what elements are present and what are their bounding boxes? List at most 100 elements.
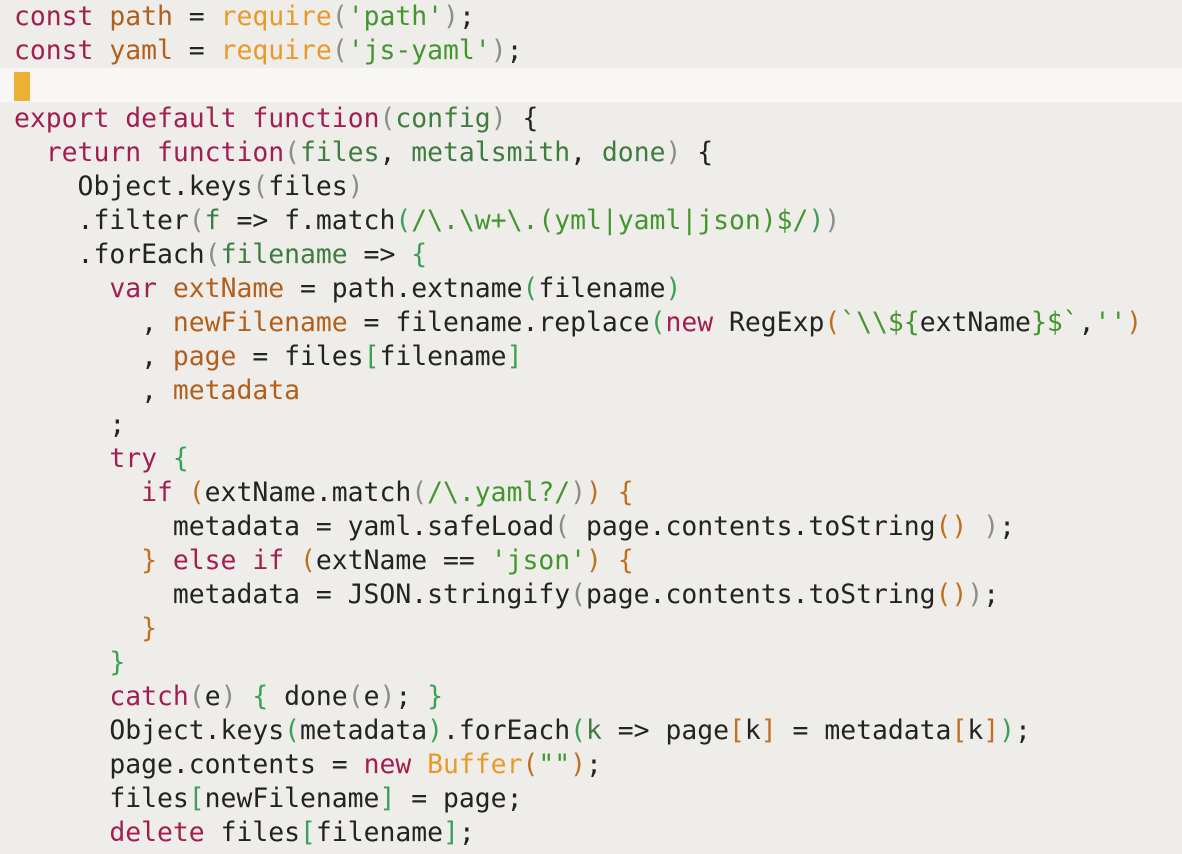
code-token: ( xyxy=(188,477,205,508)
code-token: k xyxy=(967,715,984,746)
code-token: = path.extname xyxy=(284,273,523,304)
code-token: ; xyxy=(586,749,602,780)
code-token: ( xyxy=(824,307,841,338)
code-line[interactable]: return function(files, metalsmith, done)… xyxy=(0,136,1182,170)
code-token: ) xyxy=(967,579,984,610)
code-token: ; xyxy=(14,409,126,440)
code-token: ] xyxy=(379,783,396,814)
code-line[interactable]: Object.keys(metadata).forEach(k => page[… xyxy=(0,714,1182,748)
code-line[interactable]: const yaml = require('js-yaml'); xyxy=(0,34,1182,68)
code-line[interactable]: var extName = path.extname(filename) xyxy=(0,272,1182,306)
code-token: filename xyxy=(538,273,666,304)
code-token: function xyxy=(157,137,285,168)
code-line[interactable]: Object.keys(files) xyxy=(0,170,1182,204)
code-token: ] xyxy=(983,715,1000,746)
code-token: ( xyxy=(204,239,221,270)
code-line[interactable]: export default function(config) { xyxy=(0,102,1182,136)
code-token: path xyxy=(109,1,173,32)
code-token: } xyxy=(427,681,444,712)
code-token: Buffer xyxy=(427,749,523,780)
code-token: ) xyxy=(665,137,682,168)
code-token: filename xyxy=(220,239,348,270)
code-token: ( xyxy=(252,171,269,202)
code-token: { xyxy=(522,103,539,134)
code-token: e xyxy=(204,681,221,712)
code-editor[interactable]: const path = require('path'); const yaml … xyxy=(0,0,1182,854)
code-token: ) xyxy=(220,681,237,712)
code-token: ; xyxy=(458,1,475,32)
code-token: , xyxy=(379,137,412,168)
code-token: => page xyxy=(601,715,729,746)
code-token: delete xyxy=(109,817,205,848)
code-token: Object.keys xyxy=(14,171,253,202)
code-token: ( xyxy=(284,715,300,746)
code-line[interactable]: files[newFilename] = page; xyxy=(0,782,1182,816)
code-line[interactable]: } xyxy=(0,612,1182,646)
code-token: , xyxy=(1078,307,1095,338)
text-cursor xyxy=(14,72,30,101)
code-token: var xyxy=(109,273,158,304)
code-line[interactable]: , page = files[filename] xyxy=(0,340,1182,374)
code-token: ; xyxy=(1015,715,1031,746)
code-line[interactable]: metadata = JSON.stringify(page.contents.… xyxy=(0,578,1182,612)
code-line[interactable]: , newFilename = filename.replace(new Reg… xyxy=(0,306,1182,340)
code-token: /\.yaml?/ xyxy=(427,477,571,508)
code-token: ( xyxy=(522,749,539,780)
code-token: Object.keys xyxy=(14,715,285,746)
code-token: else xyxy=(172,545,237,576)
code-line[interactable]: ; xyxy=(0,408,1182,442)
code-token: [ xyxy=(363,341,380,372)
code-line[interactable]: catch(e) { done(e); } xyxy=(0,680,1182,714)
code-token: RegExp xyxy=(713,307,825,338)
code-token: ) xyxy=(490,35,507,66)
code-token: newFilename xyxy=(204,783,380,814)
code-line[interactable]: if (extName.match(/\.yaml?/)) { xyxy=(0,476,1182,510)
code-token: if xyxy=(252,545,285,576)
code-line[interactable]: .filter(f => f.match(/\.\w+\.(yml|yaml|j… xyxy=(0,204,1182,238)
code-token: filename xyxy=(315,817,444,848)
code-token: = metadata xyxy=(776,715,952,746)
code-token: ] xyxy=(506,341,523,372)
code-token: ; xyxy=(506,35,523,66)
code-line[interactable]: metadata = yaml.safeLoad( page.contents.… xyxy=(0,510,1182,544)
code-token: const xyxy=(14,35,94,66)
code-token: 'js-yaml' xyxy=(347,35,491,66)
code-token: 'json' xyxy=(490,545,587,576)
code-token: ) xyxy=(570,477,587,508)
code-line[interactable] xyxy=(0,68,1182,102)
code-token: ( xyxy=(570,579,586,610)
code-line[interactable]: } else if (extName == 'json') { xyxy=(0,544,1182,578)
code-line[interactable]: const path = require('path'); xyxy=(0,0,1182,34)
code-line[interactable]: try { xyxy=(0,442,1182,476)
code-token: }$` xyxy=(1030,307,1079,338)
code-line[interactable]: } xyxy=(0,646,1182,680)
code-line[interactable]: delete files[filename]; xyxy=(0,816,1182,850)
code-line[interactable]: , metadata xyxy=(0,374,1182,408)
code-token: , xyxy=(14,307,173,338)
code-token: { xyxy=(697,137,714,168)
code-token: ( xyxy=(188,205,205,236)
code-token: export xyxy=(14,103,110,134)
code-token: if xyxy=(141,477,173,508)
code-token: ( xyxy=(411,477,428,508)
code-token: new xyxy=(363,749,412,780)
code-token: ) xyxy=(586,545,602,576)
code-token: newFilename xyxy=(172,307,348,338)
code-token: page xyxy=(172,341,237,372)
code-line[interactable]: page.contents = new Buffer(""); xyxy=(0,748,1182,782)
code-line[interactable]: .forEach(filename => { xyxy=(0,238,1182,272)
code-token: ( xyxy=(522,273,539,304)
